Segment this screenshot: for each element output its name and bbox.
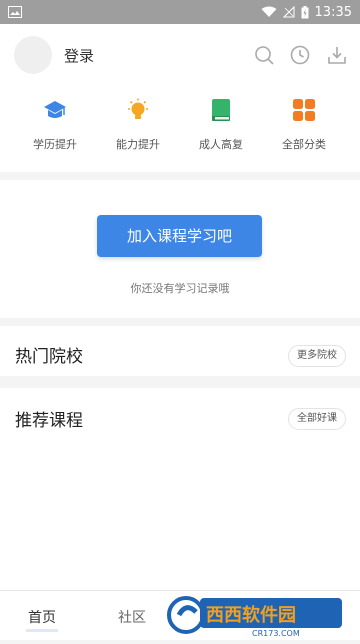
- recommended-courses-section: 推荐课程 全部好课: [0, 388, 360, 590]
- wifi-icon: [261, 6, 277, 17]
- section-title: 热门院校: [15, 347, 83, 367]
- download-icon[interactable]: [326, 44, 348, 66]
- battery-icon: [301, 5, 309, 18]
- category-label: 能力提升: [116, 138, 160, 151]
- header: 登录: [0, 36, 360, 76]
- category-row: 学历提升 能力提升 成人高复 全部分类: [0, 98, 360, 168]
- tab-home[interactable]: 首页: [26, 607, 58, 632]
- graduation-cap-icon: [44, 101, 66, 118]
- status-time: 13:35: [314, 4, 352, 20]
- category-label: 学历提升: [33, 138, 77, 151]
- watermark-logo-icon: 西西软件园 CR173.COM: [167, 596, 342, 638]
- clock-icon[interactable]: [289, 44, 311, 66]
- hot-schools-section: 热门院校 更多院校: [0, 326, 360, 376]
- watermark-logo: 西西软件园 CR173.COM: [160, 590, 360, 640]
- top-panel: 登录 学历提升 能力提升 成人高复 全部分类: [0, 24, 360, 172]
- status-bar: 13:35: [0, 0, 360, 24]
- search-icon[interactable]: [253, 44, 275, 66]
- login-button[interactable]: 登录: [64, 45, 94, 66]
- category-item[interactable]: 能力提升: [93, 98, 183, 168]
- category-label: 全部分类: [282, 138, 326, 151]
- watermark-subtext: CR173.COM: [252, 629, 300, 638]
- section-title: 推荐课程: [15, 411, 83, 431]
- watermark-text: 西西软件园: [206, 604, 296, 626]
- image-icon: [8, 6, 22, 18]
- learning-empty-state: 加入课程学习吧 你还没有学习记录哦: [0, 180, 360, 318]
- avatar[interactable]: [14, 36, 52, 74]
- all-courses-button[interactable]: 全部好课: [288, 408, 346, 430]
- book-icon: [212, 99, 230, 121]
- category-item[interactable]: 全部分类: [259, 98, 349, 168]
- grid-icon: [293, 99, 315, 121]
- category-item[interactable]: 成人高复: [176, 98, 266, 168]
- empty-message: 你还没有学习记录哦: [130, 282, 230, 295]
- lightbulb-icon: [128, 98, 148, 119]
- category-item[interactable]: 学历提升: [10, 98, 100, 168]
- more-schools-button[interactable]: 更多院校: [288, 345, 346, 367]
- join-course-button[interactable]: 加入课程学习吧: [97, 215, 262, 257]
- tab-community[interactable]: 社区: [118, 607, 146, 627]
- signal-icon: [282, 6, 295, 18]
- category-label: 成人高复: [199, 138, 243, 151]
